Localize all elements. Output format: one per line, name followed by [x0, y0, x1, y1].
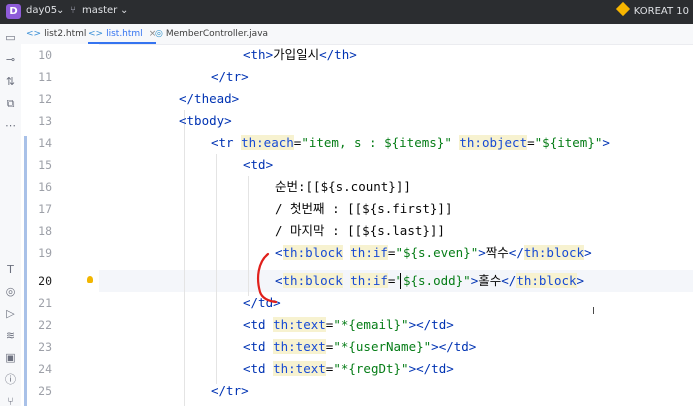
tab-list-html[interactable]: <> list.html × [88, 24, 157, 44]
tab-list2-html[interactable]: <> list2.html [26, 24, 86, 44]
code-line: </thead> [179, 91, 240, 106]
terminal-icon[interactable]: ▣ [3, 350, 18, 365]
line-number: 16 [38, 180, 52, 194]
line-number: 18 [38, 224, 52, 238]
tab-membercontroller-java[interactable]: ◎ MemberController.java [155, 24, 268, 44]
project-badge[interactable]: D [6, 4, 21, 19]
git-icon[interactable]: ⑂ [3, 394, 18, 409]
ide-badge: KOREAT 10 [615, 1, 689, 17]
code-line: <tbody> [179, 113, 232, 128]
structure-icon[interactable]: ⧉ [3, 96, 18, 111]
code-line: </tr> [211, 69, 249, 84]
folder-icon[interactable]: ▭ [3, 30, 18, 45]
services-icon[interactable]: ◎ [3, 284, 18, 299]
project-name[interactable]: day05 [26, 5, 57, 16]
code-line: / 마지막 : [[${s.last}]] [275, 223, 445, 238]
line-number: 12 [38, 92, 52, 106]
code-line: / 첫번째 : [[${s.first}]] [275, 201, 453, 216]
line-number: 11 [38, 70, 52, 84]
run-icon[interactable]: ▷ [3, 306, 18, 321]
branch-icon: ⑂ [70, 5, 76, 16]
line-number-current: 20 [38, 274, 52, 288]
commit-icon[interactable]: ⊸ [3, 52, 18, 67]
code-line: <td th:text="*{userName}"></td> [243, 339, 477, 354]
code-editor[interactable]: <th>가입일시</th> </tr> </thead> <tbody> <tr… [99, 44, 693, 406]
code-line: <th:block th:if="${s.even}">짝수</th:block… [275, 245, 592, 260]
java-class-icon: ◎ [155, 29, 163, 39]
line-number: 21 [38, 296, 52, 310]
code-line: <td th:text="*{regDt}"></td> [243, 361, 454, 376]
more-icon[interactable]: ⋯ [3, 118, 18, 133]
tab-label: list2.html [44, 29, 87, 39]
line-number: 10 [38, 48, 52, 62]
vcs-change-marker[interactable] [24, 136, 27, 406]
problems-icon[interactable]: ⓘ [3, 372, 18, 387]
title-bar: D day05 ⌄ ⑂ master ⌄ KOREAT 10 [0, 0, 693, 24]
line-number: 24 [38, 362, 52, 376]
line-number: 25 [38, 384, 52, 398]
ide-badge-text: KOREAT 10 [633, 6, 689, 17]
line-number: 15 [38, 158, 52, 172]
code-line: <tr th:each="item, s : ${items}" th:obje… [211, 135, 610, 150]
html-file-icon: <> [88, 29, 104, 39]
line-number: 22 [38, 318, 52, 332]
text-caret [400, 273, 401, 289]
code-line: <td> [243, 157, 274, 172]
code-line: 순번:[[${s.count}]] [275, 179, 411, 194]
tab-label: list.html [106, 29, 143, 39]
tab-label: MemberController.java [165, 29, 269, 39]
text-icon[interactable]: T [3, 262, 18, 277]
red-bracket-annotation [257, 252, 278, 304]
chevron-down-icon[interactable]: ⌄ [56, 5, 64, 16]
code-line: </tr> [211, 383, 249, 398]
line-number: 13 [38, 114, 52, 128]
layers-icon[interactable]: ≋ [3, 328, 18, 343]
branch-chevron-icon[interactable]: ⌄ [120, 5, 128, 16]
tool-window-strip: ▭ ⊸ ⇅ ⧉ ⋯ T ◎ ▷ ≋ ▣ ⓘ ⑂ [0, 24, 22, 409]
line-number: 14 [38, 136, 52, 150]
logo-icon [615, 1, 630, 17]
html-file-icon: <> [26, 29, 42, 39]
line-number: 17 [38, 202, 52, 216]
branch-name[interactable]: master [82, 5, 117, 16]
code-line: <td th:text="*{email}"></td> [243, 317, 454, 332]
intention-bulb-icon[interactable] [87, 276, 93, 283]
line-number: 23 [38, 340, 52, 354]
code-line: <th>가입일시</th> [243, 47, 357, 62]
mouse-ibeam-cursor: I [592, 306, 595, 317]
line-number: 19 [38, 246, 52, 260]
editor-tabs: <> list2.html <> list.html × ◎ MemberControl… [21, 24, 693, 45]
code-line-current: <th:block th:if="${s.odd}">홀수</th:block> [275, 273, 585, 288]
pull-requests-icon[interactable]: ⇅ [3, 74, 18, 89]
